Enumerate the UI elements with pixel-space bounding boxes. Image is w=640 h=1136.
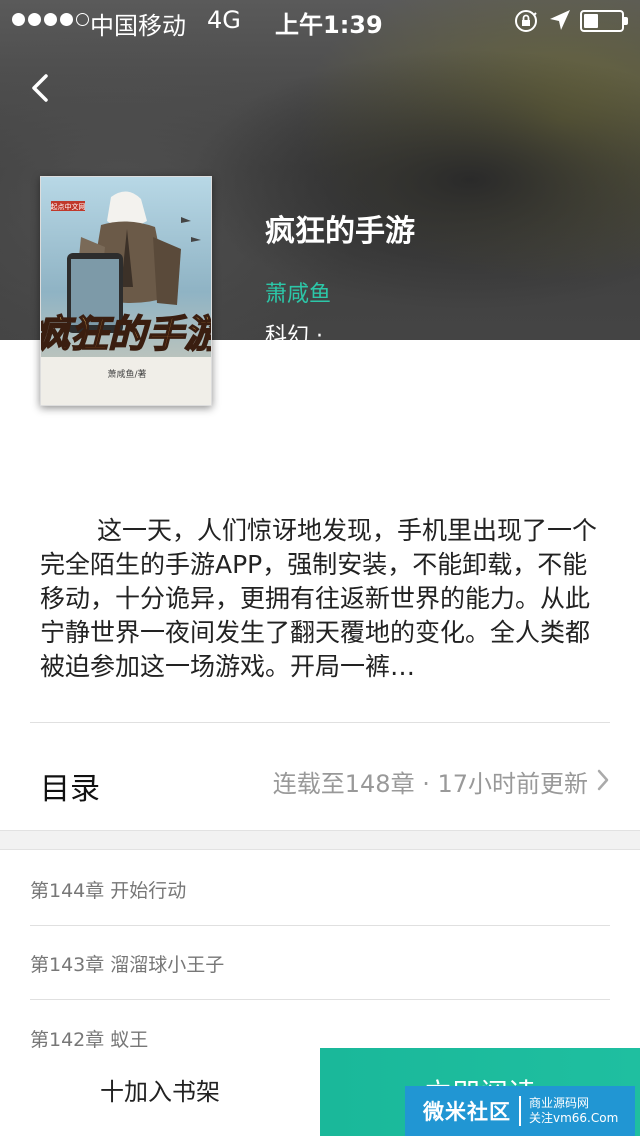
carrier-name: 中国移动 bbox=[90, 12, 186, 40]
chapter-item[interactable]: 第144章 开始行动 bbox=[30, 850, 610, 926]
chevron-right-icon bbox=[597, 769, 609, 791]
catalog-update-status: 连载至148章 · 17小时前更新 bbox=[272, 770, 588, 798]
book-cover[interactable]: 起点中文网 疯狂的手游 萧咸鱼/著 bbox=[40, 176, 212, 406]
location-arrow-icon bbox=[550, 10, 570, 30]
watermark-name: 微米社区 bbox=[423, 1100, 511, 1124]
battery-icon bbox=[580, 10, 628, 32]
add-to-shelf-button[interactable]: 十加入书架 bbox=[0, 1048, 320, 1136]
network-type: 4G bbox=[207, 6, 241, 34]
book-title: 疯狂的手游 bbox=[265, 214, 415, 249]
book-genre: 科幻 · bbox=[265, 324, 323, 340]
watermark-subtitle: 商业源码网 关注vm66.Com bbox=[529, 1096, 618, 1126]
book-cover-art: 起点中文网 疯狂的手游 萧咸鱼/著 bbox=[41, 177, 212, 405]
watermark-logo: 微米社区 商业源码网 关注vm66.Com bbox=[405, 1086, 635, 1136]
cover-title-art: 疯狂的手游 bbox=[41, 312, 212, 356]
book-author[interactable]: 萧咸鱼 bbox=[265, 276, 331, 308]
rotation-lock-icon bbox=[515, 10, 537, 32]
signal-strength-icon bbox=[12, 13, 89, 26]
catalog-row[interactable]: 目录 连载至148章 · 17小时前更新 bbox=[0, 724, 640, 830]
divider bbox=[30, 722, 610, 723]
watermark-line-1: 商业源码网 bbox=[529, 1096, 590, 1110]
status-bar: 中国移动 4G 上午1:39 bbox=[0, 0, 640, 40]
watermark-separator bbox=[519, 1096, 521, 1126]
cover-author-mark: 萧咸鱼/著 bbox=[107, 368, 146, 380]
chapter-title: 第143章 溜溜球小王子 bbox=[30, 954, 225, 976]
book-description[interactable]: 这一天，人们惊讶地发现，手机里出现了一个完全陌生的手游APP，强制安装，不能卸载… bbox=[40, 514, 608, 684]
chapter-item[interactable]: 第143章 溜溜球小王子 bbox=[30, 924, 610, 1000]
back-button[interactable] bbox=[24, 70, 58, 106]
cover-publisher-mark: 起点中文网 bbox=[51, 202, 86, 211]
watermark-line-2: 关注vm66.Com bbox=[529, 1111, 619, 1125]
status-time: 上午1:39 bbox=[275, 11, 383, 39]
chapter-title: 第144章 开始行动 bbox=[30, 880, 187, 902]
catalog-label: 目录 bbox=[40, 772, 100, 807]
section-separator bbox=[0, 830, 640, 850]
